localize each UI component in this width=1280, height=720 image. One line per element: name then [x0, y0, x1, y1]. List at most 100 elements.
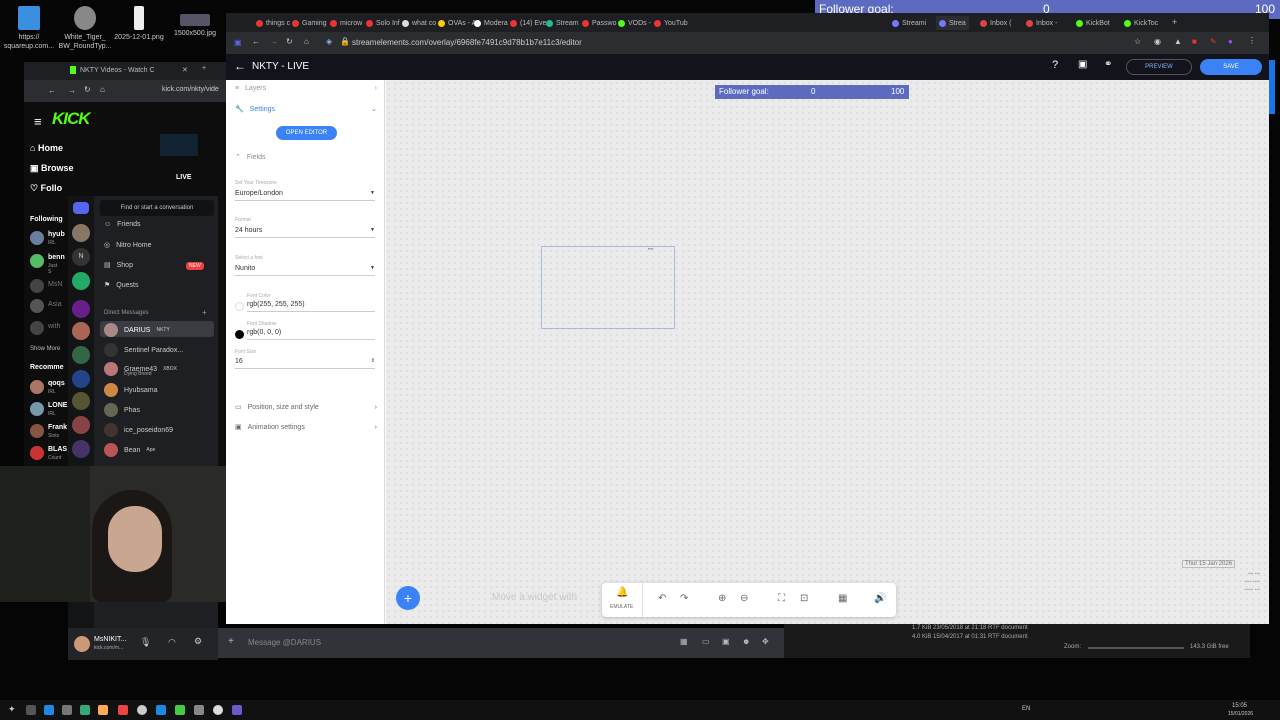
- server-icon[interactable]: [72, 416, 90, 434]
- browser-tab[interactable]: Passwo: [582, 16, 617, 30]
- mic-icon[interactable]: 🎙: [140, 637, 151, 648]
- follower-goal-widget[interactable]: Follower goal: 0 100: [715, 85, 909, 99]
- browser-tab[interactable]: VODs -: [618, 16, 651, 30]
- font-select[interactable]: Nunito ▼: [235, 265, 375, 276]
- menu-quests[interactable]: ⚑ Quests: [104, 281, 138, 290]
- dm-item[interactable]: Bean Ape: [104, 443, 155, 457]
- browser-tab[interactable]: Stream: [546, 16, 579, 30]
- dm-item[interactable]: Hyubsama: [104, 383, 157, 397]
- dm-search-input[interactable]: Find or start a conversation: [100, 200, 214, 216]
- emoji-icon[interactable]: ☻: [742, 637, 750, 646]
- browser-tab[interactable]: Solo Inf: [366, 16, 400, 30]
- extension-icon[interactable]: ▲: [1174, 37, 1182, 46]
- server-icon[interactable]: [72, 322, 90, 340]
- font-color-input[interactable]: rgb(255, 255, 255): [247, 301, 375, 312]
- extension-icon[interactable]: ■: [1192, 37, 1197, 46]
- browser-tab[interactable]: KickToc: [1124, 16, 1158, 30]
- dm-item[interactable]: Sentinel Paradox...: [104, 343, 183, 357]
- new-tab-icon[interactable]: +: [202, 65, 206, 72]
- zoom-in-icon[interactable]: ⊕: [718, 593, 726, 604]
- selected-widget-box[interactable]: [541, 246, 675, 329]
- browser-tab[interactable]: KickBot: [1076, 16, 1110, 30]
- server-icon[interactable]: [72, 272, 90, 290]
- reload-icon[interactable]: ↻: [286, 37, 293, 46]
- attach-plus-icon[interactable]: +: [228, 636, 234, 647]
- browser-tab[interactable]: OVAs - A: [438, 16, 476, 30]
- menu-dots-icon[interactable]: ⋮: [1248, 36, 1256, 45]
- home-icon[interactable]: ⌂: [304, 37, 309, 46]
- extension-icon[interactable]: ◉: [1154, 37, 1161, 46]
- server-icon[interactable]: [72, 440, 90, 458]
- server-icon[interactable]: [72, 224, 90, 242]
- server-icon[interactable]: [72, 300, 90, 318]
- bookmark-star-icon[interactable]: ☆: [1134, 37, 1141, 46]
- nav-following[interactable]: ♡ Follo: [30, 183, 62, 194]
- font-color-swatch[interactable]: [235, 302, 244, 311]
- nav-browse[interactable]: ▣ Browse: [30, 163, 74, 174]
- taskbar-app-icon[interactable]: [62, 705, 72, 715]
- redo-icon[interactable]: ↷: [680, 593, 688, 604]
- format-select[interactable]: 24 hours ▼: [235, 227, 375, 238]
- sidebar-toggle-icon[interactable]: ▣: [234, 38, 242, 47]
- monitor-icon[interactable]: ▣: [1078, 59, 1087, 70]
- preview-button[interactable]: PREVIEW: [1126, 59, 1192, 75]
- gift-icon[interactable]: ▦: [680, 637, 688, 646]
- timezone-select[interactable]: Europe/London ▼: [235, 190, 375, 201]
- menu-shop[interactable]: ▤ Shop: [104, 261, 133, 270]
- fields-section[interactable]: ⌃ Fields: [235, 153, 377, 162]
- desktop-icon-png[interactable]: 2025-12-01.png: [110, 6, 168, 42]
- taskbar-app-icon[interactable]: [80, 705, 90, 715]
- taskbar-app-icon[interactable]: [194, 705, 204, 715]
- browser-tab[interactable]: YouTub: [654, 16, 688, 30]
- dm-item[interactable]: Phas: [104, 403, 140, 417]
- reload-icon[interactable]: ↻: [84, 85, 91, 94]
- position-section[interactable]: ▭ Position, size and style ›: [235, 403, 377, 412]
- dm-item[interactable]: DARIUS NKTY: [104, 323, 170, 337]
- taskbar-app-icon[interactable]: [44, 705, 54, 715]
- language-indicator[interactable]: EN: [1022, 706, 1030, 712]
- apps-icon[interactable]: ✥: [762, 637, 769, 646]
- add-widget-button[interactable]: +: [396, 586, 420, 610]
- start-icon[interactable]: ✦: [8, 704, 16, 715]
- zoom-out-icon[interactable]: ⊖: [740, 593, 748, 604]
- layers-section[interactable]: ≡ Layers ›: [235, 85, 377, 92]
- discord-logo-icon[interactable]: [73, 202, 89, 214]
- browser-tab[interactable]: what co: [402, 16, 436, 30]
- bell-icon[interactable]: 🔔: [616, 587, 628, 598]
- browser-tab[interactable]: Modera: [474, 16, 508, 30]
- browser-tab[interactable]: Streami: [892, 16, 926, 30]
- browser-tab[interactable]: Inbox -: [1026, 16, 1057, 30]
- new-tab-icon[interactable]: +: [1172, 17, 1177, 27]
- home-icon[interactable]: ⌂: [100, 85, 105, 94]
- browser-tab[interactable]: Gaming: [292, 16, 327, 30]
- undo-icon[interactable]: ↶: [658, 593, 666, 604]
- server-icon[interactable]: [72, 392, 90, 410]
- taskbar-app-icon[interactable]: [26, 705, 36, 715]
- server-icon-n[interactable]: N: [72, 248, 90, 266]
- dm-item[interactable]: ice_poseidon69: [104, 423, 173, 437]
- gif-icon[interactable]: ▭: [702, 637, 710, 646]
- volume-icon[interactable]: 🔊: [874, 593, 886, 604]
- nav-home[interactable]: ⌂ Home: [30, 143, 63, 153]
- open-editor-button[interactable]: OPEN EDITOR: [276, 126, 337, 140]
- back-icon[interactable]: ←: [252, 37, 260, 46]
- file-row[interactable]: 4.0 KiB 15/04/2017 at 01:31 RTF document: [912, 634, 1028, 640]
- browser-tab[interactable]: microw: [330, 16, 362, 30]
- taskbar-app-icon[interactable]: [118, 705, 128, 715]
- forward-icon[interactable]: →: [270, 37, 278, 46]
- menu-friends[interactable]: ☺ Friends: [104, 221, 141, 228]
- back-arrow-icon[interactable]: ←: [234, 59, 246, 73]
- menu-nitro[interactable]: ◎ Nitro Home: [104, 241, 152, 250]
- taskbar-app-icon[interactable]: [213, 705, 223, 715]
- file-row[interactable]: 1.7 KiB 23/05/2018 at 21:18 RTF document: [912, 625, 1028, 631]
- kick-logo[interactable]: KICK: [52, 109, 91, 129]
- address-input[interactable]: streamelements.com/overlay/6968fe7491c9d…: [352, 38, 582, 47]
- font-size-input[interactable]: 16 ⇕: [235, 358, 375, 369]
- settings-section[interactable]: 🔧 Settings ⌄: [235, 105, 377, 114]
- user-avatar[interactable]: [74, 636, 90, 652]
- desktop-icon-tiger[interactable]: White_Tiger_ BW_RoundTyp...: [56, 6, 114, 51]
- taskbar-app-icon[interactable]: [232, 705, 242, 715]
- clock-time[interactable]: 15:05: [1232, 703, 1247, 709]
- save-button[interactable]: SAVE: [1200, 59, 1262, 75]
- animation-section[interactable]: ▣ Animation settings ›: [235, 423, 377, 432]
